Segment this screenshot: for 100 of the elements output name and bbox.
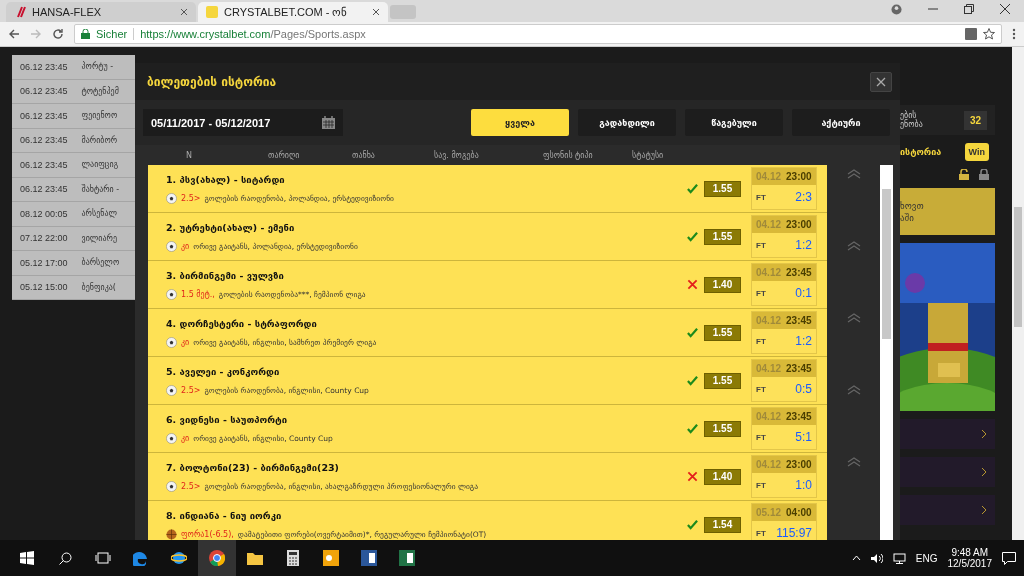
match-date: 04.12 [756, 171, 782, 182]
match-title: 2. უტრეხტი(ახალ) - ემენი [166, 221, 296, 233]
match-date: 06.12 23:45 [20, 184, 68, 195]
match-date: 05.12 17:00 [20, 257, 68, 268]
odds-value: 1.55 [704, 228, 741, 245]
dialog-title: ბილეთების ისტორია [147, 74, 277, 89]
lock-icon[interactable] [979, 169, 989, 180]
close-button[interactable] [870, 71, 892, 92]
clock[interactable]: 9:48 AM 12/5/2017 [947, 547, 992, 569]
win-badge: Win [964, 143, 989, 161]
odds-value: 1.55 [704, 324, 741, 341]
match-date: 05.12 [756, 507, 782, 518]
chrome-icon[interactable] [198, 540, 236, 576]
filter-tab[interactable]: გადახდილი [578, 109, 676, 136]
notification-icon[interactable] [1002, 551, 1016, 565]
match-title: 5. აველეი - კონკორდი [166, 365, 281, 377]
match-title: 3. ბირმინგემი - ვულვზი [166, 269, 285, 281]
match-time: 04:00 [786, 507, 812, 518]
lock-icon [81, 29, 90, 39]
odds-value: 1.54 [704, 516, 741, 533]
history-link[interactable]: ისტორია [900, 147, 942, 157]
match-time: 23:45 [786, 411, 812, 422]
football-icon [166, 384, 177, 396]
match-name: პორტუ - [81, 62, 114, 72]
browser-tab[interactable]: HANSA-FLEX [6, 2, 196, 22]
match-title: 8. ინდიანა - ნიუ იორკი [166, 509, 283, 521]
filter-tab[interactable]: ყველა [471, 109, 569, 136]
chevron-icon [981, 505, 987, 515]
menu-icon[interactable] [1012, 28, 1016, 40]
close-icon[interactable] [180, 8, 188, 16]
bet-pick: კი [181, 241, 190, 251]
basketball-icon [166, 528, 177, 540]
chevron-icon [981, 467, 987, 477]
slash-logo-icon [14, 6, 26, 18]
football-icon [166, 432, 177, 444]
match-date: 06.12 23:45 [20, 86, 68, 97]
stat-label: ების [900, 111, 917, 120]
match-date: 04.12 [756, 267, 782, 278]
filter-tab[interactable]: წაგებული [685, 109, 783, 136]
calendar-icon [322, 116, 335, 129]
speaker-icon[interactable] [870, 552, 883, 564]
final-score: 1:2 [795, 238, 812, 252]
secure-label: Sicher [96, 28, 135, 40]
url-text: https://www.crystalbet.com/Pages/Sports.aspx [140, 28, 366, 40]
final-score: 115:97 [776, 526, 812, 540]
period-label: FT [756, 192, 766, 202]
bet-pick: კი [181, 337, 190, 347]
football-icon [166, 288, 177, 300]
notice-text: აში [900, 212, 915, 223]
match-name: ფეიენოო [81, 111, 118, 121]
match-name: ბარსელო [81, 258, 120, 268]
bet-pick: 2.5> [181, 385, 201, 395]
browser-tab[interactable]: CRYSTALBET.COM - ონ [198, 2, 388, 22]
odds-value: 1.40 [704, 468, 741, 485]
filter-tab[interactable]: აქტიური [792, 109, 890, 136]
match-date: 07.12 22:00 [20, 233, 68, 244]
page-scrollbar[interactable] [1012, 47, 1024, 540]
period-label: FT [756, 384, 766, 394]
close-icon [876, 76, 886, 87]
match-date: 06.12 23:45 [20, 61, 68, 72]
date-range-field[interactable]: 05/11/2017 - 05/12/2017 [143, 109, 343, 136]
reload-icon[interactable] [52, 28, 64, 40]
restore-icon[interactable] [964, 3, 974, 14]
address-bar[interactable]: Sicher https://www.crystalbet.com/Pages/Sports.aspx [74, 24, 1002, 44]
match-date: 04.12 [756, 411, 782, 422]
football-icon [166, 480, 177, 492]
match-date: 05.12 15:00 [20, 282, 68, 293]
final-score: 1:2 [795, 334, 812, 348]
back-icon[interactable] [8, 28, 20, 40]
match-time: 23:45 [786, 267, 812, 278]
column-header: სტატუსი [632, 150, 665, 160]
match-title: 6. ვიდნესი - საუთპორტი [166, 413, 289, 425]
football-icon [166, 336, 177, 348]
period-label: FT [756, 288, 766, 298]
match-name: ვილიარე [81, 233, 117, 243]
match-date: 04.12 [756, 219, 782, 230]
caret-icon[interactable] [851, 555, 861, 561]
match-time: 23:45 [786, 363, 812, 374]
network-icon[interactable] [892, 552, 906, 564]
scrollbar[interactable] [880, 165, 893, 540]
star-icon[interactable] [983, 28, 995, 40]
period-label: FT [756, 528, 766, 538]
close-icon[interactable] [1000, 3, 1010, 14]
language-indicator[interactable]: ENG [915, 552, 938, 564]
column-header: თარიღი [268, 150, 301, 160]
bet-pick: ფორა1(-6.5), [181, 529, 234, 539]
match-name: მარიბორ [81, 135, 118, 145]
period-label: FT [756, 432, 766, 442]
match-date: 06.12 23:45 [20, 135, 68, 146]
period-label: FT [756, 240, 766, 250]
match-time: 23:45 [786, 315, 812, 326]
odds-value: 1.55 [704, 420, 741, 437]
close-icon[interactable] [372, 8, 380, 16]
unlock-icon[interactable] [959, 169, 969, 180]
stat-label: ენობა [900, 120, 923, 129]
odds-value: 1.55 [704, 372, 741, 389]
match-date: 04.12 [756, 315, 782, 326]
profile-icon[interactable] [891, 3, 902, 15]
column-header: თანხა [352, 150, 376, 160]
bet-pick: 2.5> [181, 193, 201, 203]
